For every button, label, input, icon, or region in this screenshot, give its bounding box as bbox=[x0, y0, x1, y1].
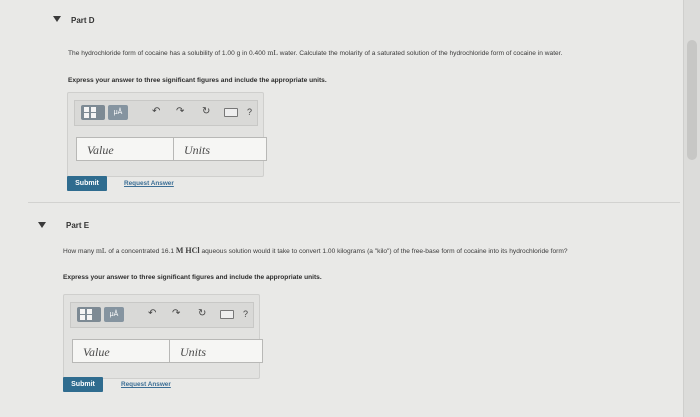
part-d-answer-box: μÅ ↶ ↷ ↻ ? Value Units bbox=[67, 92, 267, 177]
part-divider bbox=[28, 202, 680, 203]
templates-icon[interactable] bbox=[77, 307, 101, 322]
part-d-title: Part D bbox=[71, 16, 95, 25]
part-d-instruction: Express your answer to three significant… bbox=[68, 77, 327, 84]
keyboard-icon[interactable] bbox=[224, 108, 238, 117]
part-e-request-answer-link[interactable]: Request Answer bbox=[121, 381, 171, 388]
part-e-value-input[interactable]: Value bbox=[72, 339, 170, 363]
part-e-section: Part E How many mL of a concentrated 16.… bbox=[0, 205, 680, 417]
scrollbar[interactable] bbox=[683, 0, 700, 417]
part-d-question-text-2: water. Calculate the molarity of a satur… bbox=[277, 50, 563, 57]
part-d-request-answer-link[interactable]: Request Answer bbox=[124, 180, 174, 187]
part-e-answer-box: μÅ ↶ ↷ ↻ ? Value Units bbox=[63, 294, 263, 379]
part-d-collapse-caret-icon[interactable] bbox=[53, 16, 61, 22]
units-icon[interactable]: μÅ bbox=[104, 307, 124, 322]
help-icon[interactable]: ? bbox=[247, 106, 252, 118]
undo-icon[interactable]: ↶ bbox=[152, 106, 160, 118]
part-d-units-input[interactable]: Units bbox=[173, 137, 267, 161]
part-d-question-unit: mL bbox=[267, 48, 278, 57]
part-e-title: Part E bbox=[66, 221, 90, 230]
help-icon[interactable]: ? bbox=[243, 308, 248, 320]
part-e-question-unit: mL bbox=[95, 246, 107, 255]
redo-icon[interactable]: ↷ bbox=[176, 106, 184, 118]
part-d-section: Part D The hydrochloride form of cocaine… bbox=[0, 0, 680, 200]
part-d-value-input[interactable]: Value bbox=[76, 137, 174, 161]
part-e-question-text-3: aqueous solution would it take to conver… bbox=[199, 248, 568, 255]
part-e-question-chem: M HCl bbox=[175, 246, 200, 255]
undo-icon[interactable]: ↶ bbox=[148, 308, 156, 320]
part-d-question-text-1: The hydrochloride form of cocaine has a … bbox=[68, 50, 268, 57]
part-e-math-toolbar: μÅ ↶ ↷ ↻ ? bbox=[70, 302, 254, 328]
keyboard-icon[interactable] bbox=[220, 310, 234, 319]
reset-icon[interactable]: ↻ bbox=[198, 308, 206, 320]
part-e-instruction: Express your answer to three significant… bbox=[63, 274, 322, 281]
part-d-math-toolbar: μÅ ↶ ↷ ↻ ? bbox=[74, 100, 258, 126]
part-e-units-input[interactable]: Units bbox=[169, 339, 263, 363]
part-e-collapse-caret-icon[interactable] bbox=[38, 222, 46, 228]
reset-icon[interactable]: ↻ bbox=[202, 106, 210, 118]
redo-icon[interactable]: ↷ bbox=[172, 308, 180, 320]
part-e-submit-button[interactable]: Submit bbox=[63, 377, 103, 392]
part-d-question: The hydrochloride form of cocaine has a … bbox=[68, 48, 673, 58]
templates-icon[interactable] bbox=[81, 105, 105, 120]
part-e-question-text-1: How many bbox=[63, 248, 96, 255]
units-icon[interactable]: μÅ bbox=[108, 105, 128, 120]
part-d-submit-button[interactable]: Submit bbox=[67, 176, 107, 191]
scrollbar-thumb[interactable] bbox=[687, 40, 697, 160]
part-e-question-text-2: of a concentrated 16.1 bbox=[106, 248, 176, 255]
part-e-question: How many mL of a concentrated 16.1 M HCl… bbox=[63, 246, 653, 256]
